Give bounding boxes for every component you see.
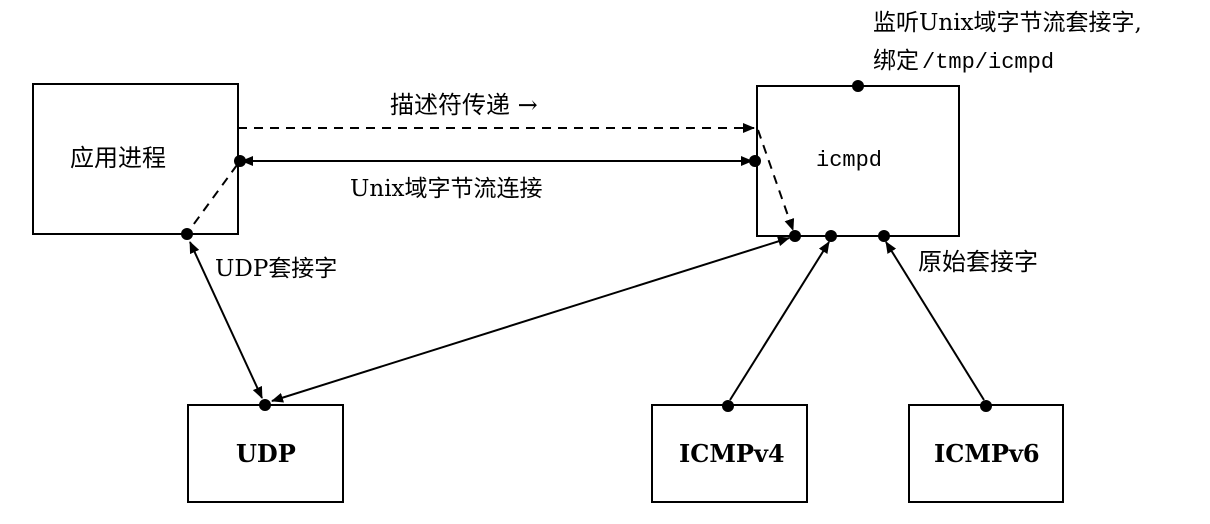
- udp-label: UDP: [236, 439, 296, 468]
- icmpd-label: icmpd: [816, 148, 882, 173]
- listen-label-line1: 监听Unix域字节流套接字,: [873, 10, 1142, 36]
- icmpv6-socket-dot: [980, 400, 992, 412]
- icmpd-listen-socket-dot: [852, 80, 864, 92]
- icmpd-raw-socket-dot-3: [878, 230, 890, 242]
- raw-socket-label: 原始套接字: [918, 248, 1038, 276]
- icmpv4-socket-dot: [722, 400, 734, 412]
- app-udp-socket-dot: [181, 228, 193, 240]
- udp-box-socket-dot: [259, 399, 271, 411]
- icmpd-unix-socket-dot: [749, 155, 761, 167]
- descriptor-passing-label: 描述符传递 →: [390, 91, 538, 119]
- app-process-label: 应用进程: [70, 144, 166, 172]
- udp-socket-label: UDP套接字: [215, 256, 337, 282]
- icmpv6-label: ICMPv6: [934, 439, 1040, 468]
- listen-label-line2-prefix: 绑定: [873, 48, 919, 74]
- diagram-canvas: 应用进程 icmpd UDP ICMPv4 ICMPv6 描述符传递 → Uni…: [0, 0, 1210, 524]
- icmpd-raw-socket-dot-1: [789, 230, 801, 242]
- udp-icmpd-arrow: [271, 236, 790, 403]
- icmpd-raw-socket-dot-2: [825, 230, 837, 242]
- diagram-svg: 应用进程 icmpd UDP ICMPv4 ICMPv6 描述符传递 → Uni…: [32, 10, 1142, 503]
- listen-label-line2-path: /tmp/icmpd: [922, 50, 1054, 75]
- unix-stream-connection-label: Unix域字节流连接: [350, 176, 543, 202]
- icmpv4-label: ICMPv4: [679, 439, 785, 468]
- icmpv4-icmpd-arrow: [729, 241, 830, 401]
